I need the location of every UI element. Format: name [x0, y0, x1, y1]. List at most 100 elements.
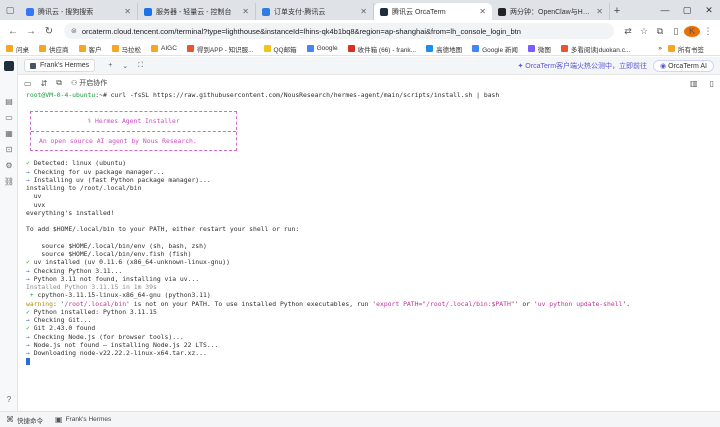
- panel-icon[interactable]: ▯: [710, 79, 714, 88]
- link-icon[interactable]: ⛓: [0, 173, 18, 189]
- bookmark-item[interactable]: 马拉松: [111, 44, 142, 54]
- server-icon: ▣: [55, 415, 63, 424]
- prompt-user: root@VM-0-4-ubuntu: [26, 91, 96, 99]
- folder-icon[interactable]: ▭: [24, 79, 32, 88]
- tab-title: 服务器 - 轻量云 - 控制台: [156, 8, 232, 16]
- bookmark-item[interactable]: 问桌: [6, 44, 29, 54]
- bookmark-item[interactable]: QQ邮箱: [263, 44, 297, 54]
- add-tab-icon[interactable]: +: [108, 62, 112, 69]
- split-view-icon[interactable]: ▯: [668, 26, 684, 37]
- collab-label: 开启协作: [79, 80, 108, 87]
- grid-icon[interactable]: ▦: [0, 125, 18, 141]
- bookmark-item[interactable]: Google 新闻: [472, 44, 518, 54]
- help-icon[interactable]: ?: [0, 391, 18, 407]
- bookmark-star-icon[interactable]: ☆: [636, 26, 652, 37]
- url-text: orcaterm.cloud.tencent.com/terminal?type…: [81, 26, 521, 36]
- line-prefix: →: [26, 167, 34, 176]
- close-tab-icon[interactable]: ✕: [360, 7, 367, 16]
- close-window-icon[interactable]: ✕: [698, 0, 720, 20]
- site-info-icon[interactable]: ⊜: [71, 27, 77, 35]
- address-bar[interactable]: ⊜ orcaterm.cloud.tencent.com/terminal?ty…: [64, 23, 614, 39]
- collab-button[interactable]: ⚇ 开启协作: [71, 78, 107, 88]
- minimize-icon[interactable]: —: [654, 0, 676, 20]
- new-tab-button[interactable]: +: [610, 3, 624, 20]
- line-prefix: +: [26, 291, 38, 300]
- browser-tab[interactable]: 腾讯云 OrcaTerm ✕: [374, 3, 492, 20]
- terminal-line: everything's installed!: [26, 209, 716, 217]
- terminal-line: installing to /root/.local/bin: [26, 184, 716, 192]
- menu-icon[interactable]: ⋮: [700, 26, 716, 37]
- profile-avatar[interactable]: K: [684, 25, 700, 37]
- layout-icon[interactable]: ▥: [690, 79, 698, 88]
- tab-franks-hermes[interactable]: Frank's Hermes: [24, 59, 96, 72]
- close-tab-icon[interactable]: ✕: [242, 7, 249, 16]
- bookmark-label: 微图: [537, 46, 551, 54]
- monitor-icon[interactable]: ⊡: [0, 141, 18, 157]
- bookmark-item[interactable]: 高德地图: [426, 44, 462, 54]
- bookmark-item[interactable]: 收件箱 (66) - frank...: [347, 44, 417, 54]
- terminal-line: source $HOME/.local/bin/env (sh, bash, z…: [26, 242, 716, 250]
- bookmarks-bar: 问桌 供应商 客户 马拉松 AIGC 得到APP - 知识服... QQ邮箱 Google 收件…: [0, 42, 720, 56]
- terminal-output[interactable]: root@VM-0-4-ubuntu:~# curl -fsSL https:/…: [22, 91, 716, 411]
- promo-banner[interactable]: ✦ OrcaTerm客户端火热公测中，立即前往: [517, 61, 647, 71]
- close-tab-icon[interactable]: ✕: [596, 7, 603, 16]
- bookmark-item[interactable]: 客户: [78, 44, 102, 54]
- translate-icon[interactable]: ⇄: [620, 26, 636, 37]
- browser-tab[interactable]: 订单支付-腾讯云 ✕: [256, 3, 374, 20]
- extensions-icon[interactable]: ⧉: [652, 26, 668, 37]
- browser-tab[interactable]: 两分钟：OpenClaw与Herme ✕: [492, 3, 610, 20]
- line-prefix: →: [26, 175, 34, 184]
- transfer-icon[interactable]: ⇵: [41, 79, 48, 88]
- line-prefix: →: [26, 316, 34, 324]
- bookmark-icon: [347, 45, 355, 52]
- tab-search-icon[interactable]: ▢: [0, 0, 20, 20]
- favicon-icon: [262, 7, 270, 16]
- shortcuts-button[interactable]: ⌘ 快捷命令: [6, 415, 43, 425]
- orcaterm-ai-button[interactable]: ◉ OrcaTerm AI: [653, 59, 714, 72]
- bookmark-label: 得到APP - 知识服...: [196, 46, 254, 54]
- forward-icon[interactable]: →: [22, 26, 40, 37]
- settings-icon[interactable]: ⚙: [0, 157, 18, 173]
- terminal-line: source $HOME/.local/bin/env.fish (fish): [26, 250, 716, 258]
- bookmark-icon: [6, 45, 13, 52]
- avatar: K: [684, 25, 700, 37]
- maximize-icon[interactable]: ▢: [676, 0, 698, 20]
- favicon-icon: [144, 7, 152, 16]
- close-tab-icon[interactable]: ✕: [479, 7, 486, 16]
- reload-icon[interactable]: ↻: [40, 26, 58, 37]
- servers-icon[interactable]: ▤: [0, 93, 18, 109]
- terminal-line: Installed Python 3.11.15 in 1m 39s: [26, 283, 716, 291]
- files-icon[interactable]: ▭: [0, 109, 18, 125]
- terminal-line: → Checking Python 3.11...: [26, 267, 716, 275]
- browser-tab[interactable]: 服务器 - 轻量云 - 控制台 ✕: [138, 3, 256, 20]
- back-icon[interactable]: ←: [4, 26, 22, 37]
- line-text: Node.js not found — installing Node.js 2…: [33, 340, 219, 349]
- warning-text-d: '.: [622, 299, 631, 308]
- bookmark-label: 收件箱 (66) - frank...: [357, 46, 417, 54]
- bookmark-item[interactable]: 微图: [527, 44, 551, 54]
- bookmark-item[interactable]: 得到APP - 知识服...: [186, 44, 254, 54]
- line-prefix: →: [26, 266, 34, 275]
- browser-tab[interactable]: 腾讯云 - 搜狗搜索 ✕: [20, 3, 138, 20]
- promo-text: OrcaTerm客户端火热公测中，立即前往: [525, 62, 648, 70]
- all-bookmarks[interactable]: 所有书签: [668, 44, 704, 54]
- warning-text-a: : ': [52, 299, 65, 308]
- bookmark-item[interactable]: AIGC: [151, 45, 177, 52]
- bookmark-item[interactable]: 供应商: [39, 44, 69, 54]
- line-prefix: →: [26, 332, 34, 341]
- line-text: uvx: [26, 200, 46, 209]
- bookmark-item[interactable]: Google: [306, 45, 338, 52]
- bookmark-label: 客户: [88, 46, 102, 54]
- browser-toolbar: ← → ↻ ⊜ orcaterm.cloud.tencent.com/termi…: [0, 20, 720, 42]
- chevron-down-icon[interactable]: ⌄: [122, 62, 128, 70]
- bookmarks-overflow-icon[interactable]: »: [658, 45, 662, 52]
- fullscreen-icon[interactable]: ⛶: [138, 62, 143, 70]
- close-tab-icon[interactable]: ✕: [124, 7, 131, 16]
- bookmark-label: 马拉松: [121, 46, 142, 54]
- bookmark-item[interactable]: 多看阅读|duokan.c...: [560, 44, 630, 54]
- host-status[interactable]: ▣ Frank's Hermes: [55, 415, 111, 424]
- copy-icon[interactable]: ⧉: [56, 78, 62, 88]
- favicon-icon: [26, 7, 34, 16]
- line-prefix: →: [26, 340, 34, 349]
